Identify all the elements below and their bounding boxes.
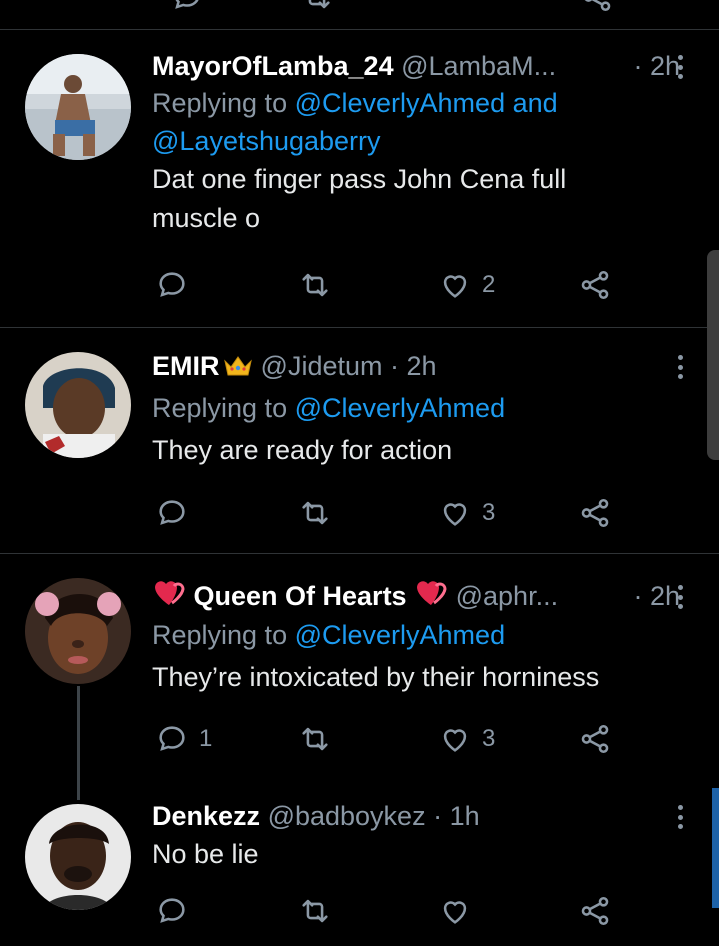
like-button[interactable]: 3 [438, 722, 495, 756]
reply-button[interactable] [155, 496, 199, 530]
mention-link[interactable]: @CleverlyAhmed [295, 620, 505, 650]
reply-icon [159, 726, 185, 751]
more-vertical-icon[interactable] [670, 352, 690, 382]
edge-indicator [712, 788, 719, 908]
retweet-button[interactable] [298, 496, 342, 530]
tweet-text: No be lie [152, 839, 259, 869]
heart-icon [443, 901, 467, 924]
like-count: 3 [482, 725, 496, 752]
author-name[interactable]: Denkezz [152, 801, 260, 831]
tweet-actions [152, 894, 622, 934]
tweet-time: · 1h [433, 801, 480, 831]
mention-link[interactable]: @CleverlyAhmed [295, 393, 505, 423]
author-name[interactable]: EMIR [152, 351, 220, 381]
more-vertical-icon[interactable] [670, 52, 690, 82]
avatar[interactable] [25, 352, 131, 458]
reply-icon [159, 898, 185, 923]
mention-link[interactable]: @Layetshugaberry [152, 126, 381, 156]
tweet-mayoroflamba[interactable]: MayorOfLamba_24 @LambaM... · 2h Replying… [0, 30, 719, 328]
like-count: 3 [482, 499, 496, 526]
more-vertical-icon[interactable] [670, 802, 690, 832]
retweet-icon [302, 899, 328, 923]
retweet-icon[interactable] [300, 0, 334, 14]
like-button[interactable] [438, 894, 482, 928]
mention-conjunction: and [512, 88, 558, 118]
share-button[interactable] [578, 268, 612, 302]
tweet-actions: 1 3 [152, 722, 622, 762]
author-handle[interactable]: @aphr... [456, 581, 558, 611]
reply-icon[interactable] [170, 0, 204, 14]
scroll-handle[interactable] [707, 250, 719, 460]
share-button[interactable] [578, 894, 612, 928]
like-count: 2 [482, 271, 496, 298]
like-button[interactable]: 2 [438, 268, 495, 302]
author-name[interactable]: Queen Of Hearts [194, 581, 407, 611]
author-handle[interactable]: @badboykez [268, 801, 426, 831]
share-icon[interactable] [580, 0, 614, 14]
heart-icon [443, 275, 467, 298]
share-icon [581, 270, 609, 300]
reply-button[interactable]: 1 [155, 722, 212, 756]
share-icon [581, 896, 609, 926]
author-handle[interactable]: @Jidetum [261, 351, 383, 381]
tweet-text: Dat one finger pass John Cena full muscl… [152, 164, 567, 233]
retweet-button[interactable] [298, 268, 342, 302]
author-handle[interactable]: @LambaM... [401, 51, 556, 81]
previous-tweet-actions [152, 0, 622, 12]
share-icon [581, 724, 609, 754]
like-button[interactable]: 3 [438, 496, 495, 530]
share-button[interactable] [578, 496, 612, 530]
tweet-text: They are ready for action [152, 435, 453, 465]
retweet-button[interactable] [298, 894, 342, 928]
avatar[interactable] [25, 804, 131, 910]
mention-link[interactable]: @CleverlyAhmed [295, 88, 505, 118]
tweet-queen-of-hearts[interactable]: Queen Of Hearts @aphr... · 2h Replying t… [0, 554, 719, 780]
reply-icon [159, 272, 185, 297]
reply-icon [159, 500, 185, 525]
avatar[interactable] [25, 54, 131, 160]
replying-to: Replying to @CleverlyAhmed [152, 620, 506, 650]
retweet-button[interactable] [298, 722, 342, 756]
heart-icon [443, 503, 467, 526]
tweet-actions: 3 [152, 496, 622, 536]
tweet-denkezz[interactable]: Denkezz @badboykez · 1h No be lie [0, 780, 719, 946]
author-name[interactable]: MayorOfLamba_24 [152, 51, 394, 81]
retweet-icon [302, 273, 328, 297]
replying-to: Replying to @CleverlyAhmed and @Layetshu… [152, 88, 558, 156]
heart-icon [443, 729, 467, 752]
heart-ribbon-emoji [152, 579, 186, 616]
more-vertical-icon[interactable] [670, 582, 690, 612]
reply-button[interactable] [155, 268, 199, 302]
avatar[interactable] [25, 578, 131, 684]
retweet-icon [302, 501, 328, 525]
share-icon [581, 498, 609, 528]
tweet-actions: 2 [152, 268, 622, 308]
reply-count: 1 [199, 725, 213, 752]
replying-to: Replying to @CleverlyAhmed [152, 393, 506, 423]
share-button[interactable] [578, 722, 612, 756]
tweet-text: They’re intoxicated by their horniness [152, 662, 600, 692]
heart-ribbon-emoji [414, 579, 448, 616]
reply-button[interactable] [155, 894, 199, 928]
tweet-emir[interactable]: EMIR @Jidetum · 2h Replying to @Cleverly… [0, 328, 719, 554]
crown-emoji [223, 350, 253, 386]
retweet-icon [302, 727, 328, 751]
tweet-time: · 2h [390, 351, 437, 381]
